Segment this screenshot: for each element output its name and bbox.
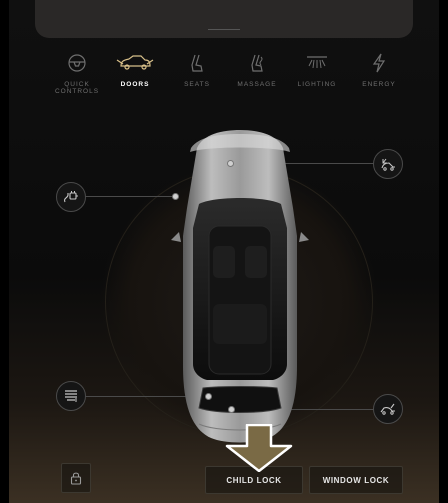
charge-port-button[interactable] <box>56 182 86 212</box>
tab-label: LIGHTING <box>297 81 337 88</box>
top-status-panel <box>35 0 413 38</box>
car-doors-icon <box>116 55 154 70</box>
sunshade-button[interactable] <box>56 381 86 411</box>
car-top-view <box>171 130 309 443</box>
category-tabs: QUICK CONTROLS DOORS SEATS MASSAGE LIGHT… <box>49 52 409 102</box>
sunshade-hotspot[interactable] <box>205 393 212 400</box>
tab-label: QUICK CONTROLS <box>54 81 100 95</box>
lock-button[interactable] <box>61 463 91 493</box>
trunk-open-icon <box>380 403 395 415</box>
front-trunk-hotspot[interactable] <box>227 160 234 167</box>
doors-screen: QUICK CONTROLS DOORS SEATS MASSAGE LIGHT… <box>9 0 439 503</box>
lightning-icon <box>372 53 386 73</box>
tab-label: MASSAGE <box>237 81 277 88</box>
panel-handle[interactable] <box>208 29 240 30</box>
massage-seat-icon <box>251 54 263 72</box>
sunshade-icon <box>65 390 77 402</box>
charge-port-icon <box>64 191 78 203</box>
tab-label: DOORS <box>120 81 150 88</box>
tab-doors[interactable]: DOORS <box>107 52 163 88</box>
tab-label: SEATS <box>184 81 210 88</box>
tab-seats[interactable]: SEATS <box>169 52 225 88</box>
child-lock-label: CHILD LOCK <box>226 475 282 485</box>
steering-wheel-icon <box>68 54 86 72</box>
charge-port-hotspot[interactable] <box>172 193 179 200</box>
rear-trunk-button[interactable] <box>373 394 403 424</box>
pointer-arrow-icon <box>225 424 293 472</box>
frunk-open-icon <box>381 158 395 171</box>
tab-label: ENERGY <box>362 81 396 88</box>
padlock-icon <box>70 472 82 485</box>
seat-icon <box>191 54 203 72</box>
tab-lighting[interactable]: LIGHTING <box>289 52 345 88</box>
light-icon <box>307 56 327 69</box>
tab-quick-controls[interactable]: QUICK CONTROLS <box>49 52 105 95</box>
window-lock-label: WINDOW LOCK <box>322 475 390 485</box>
charge-port-line <box>80 196 176 197</box>
rear-trunk-hotspot[interactable] <box>228 406 235 413</box>
tab-energy[interactable]: ENERGY <box>351 52 407 88</box>
window-lock-button[interactable]: WINDOW LOCK <box>309 466 403 494</box>
tab-massage[interactable]: MASSAGE <box>229 52 285 88</box>
front-trunk-button[interactable] <box>373 149 403 179</box>
